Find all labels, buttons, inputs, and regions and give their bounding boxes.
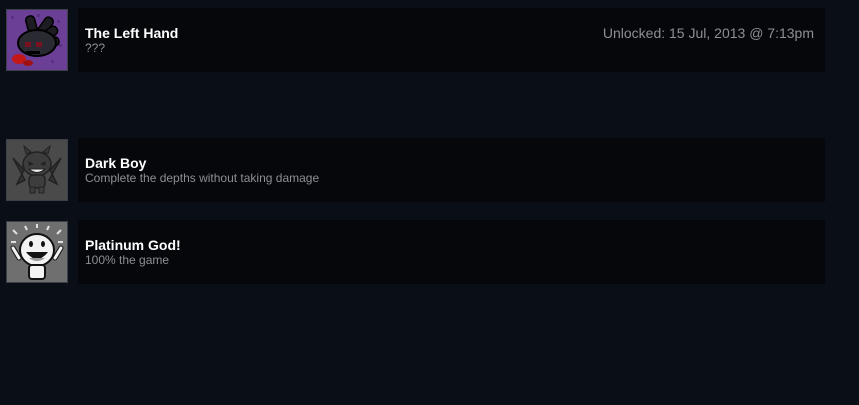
unlock-timestamp: Unlocked: 15 Jul, 2013 @ 7:13pm xyxy=(602,25,814,41)
achievement-description: Complete the depths without taking damag… xyxy=(85,171,320,185)
achievement-title: Platinum God! xyxy=(85,237,181,253)
platinum-god-icon xyxy=(6,221,68,283)
achievement-row: Dark Boy Complete the depths without tak… xyxy=(6,138,825,202)
achievement-panel: Platinum God! 100% the game xyxy=(78,220,825,284)
dark-boy-icon xyxy=(6,139,68,201)
achievement-panel: Dark Boy Complete the depths without tak… xyxy=(78,138,825,202)
left-hand-icon xyxy=(6,9,68,71)
achievement-description: ??? xyxy=(85,41,106,55)
achievement-panel: The Left Hand ??? Unlocked: 15 Jul, 2013… xyxy=(78,8,825,72)
achievement-title: Dark Boy xyxy=(85,155,147,171)
achievement-list: The Left Hand ??? Unlocked: 15 Jul, 2013… xyxy=(0,0,859,405)
achievement-title: The Left Hand xyxy=(85,25,179,41)
achievement-row: The Left Hand ??? Unlocked: 15 Jul, 2013… xyxy=(6,8,825,72)
achievement-description: 100% the game xyxy=(85,253,170,267)
achievement-row: Platinum God! 100% the game xyxy=(6,220,825,284)
